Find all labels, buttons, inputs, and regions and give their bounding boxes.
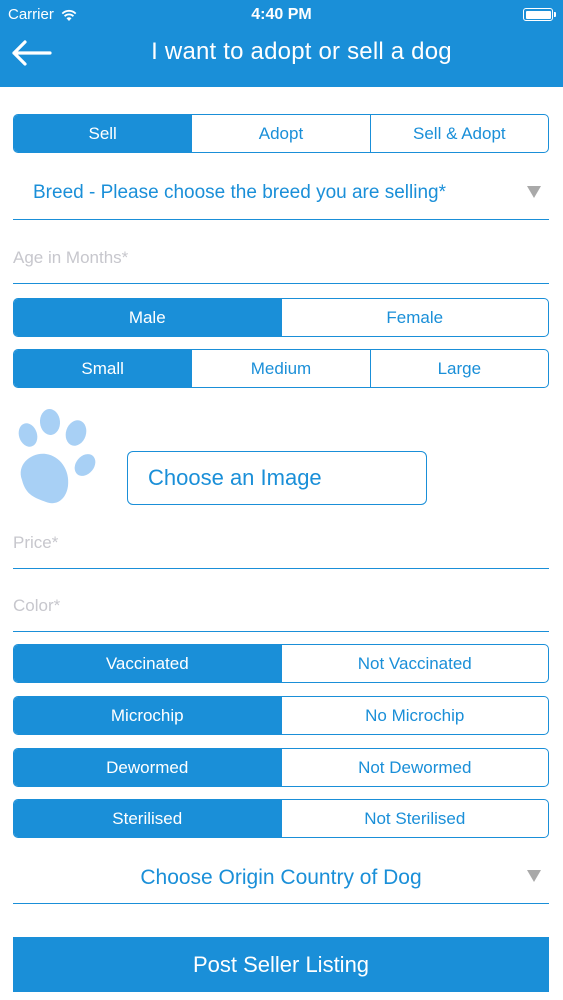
sterilisation-segmented-control[interactable]: Sterilised Not Sterilised [13,799,549,838]
choose-image-button[interactable]: Choose an Image [127,451,427,505]
segment-small[interactable]: Small [14,350,192,387]
microchip-segmented-control[interactable]: Microchip No Microchip [13,696,549,735]
segment-not-dewormed[interactable]: Not Dewormed [280,749,549,786]
segment-not-sterilised[interactable]: Not Sterilised [280,800,549,837]
size-segmented-control[interactable]: Small Medium Large [13,349,549,388]
segment-dewormed[interactable]: Dewormed [14,749,281,786]
segment-large[interactable]: Large [369,350,548,387]
segment-sell-and-adopt[interactable]: Sell & Adopt [369,115,548,152]
segment-vaccinated[interactable]: Vaccinated [14,645,281,682]
segment-male[interactable]: Male [14,299,281,336]
status-bar: Carrier 4:40 PM [0,0,563,30]
segment-female[interactable]: Female [280,299,549,336]
segment-adopt[interactable]: Adopt [191,115,369,152]
origin-country-dropdown-label: Choose Origin Country of Dog [140,866,422,889]
battery-icon [523,8,556,21]
segment-medium[interactable]: Medium [191,350,369,387]
status-time: 4:40 PM [251,6,312,23]
app-header: Carrier 4:40 PM I want to adopt or sell … [0,0,563,87]
post-seller-listing-button[interactable]: Post Seller Listing [13,937,549,992]
breed-dropdown[interactable]: Breed - Please choose the breed you are … [13,174,549,220]
segment-no-microchip[interactable]: No Microchip [280,697,549,734]
breed-dropdown-label: Breed - Please choose the breed you are … [33,182,446,203]
chevron-down-icon [527,186,541,198]
origin-country-dropdown[interactable]: Choose Origin Country of Dog [13,858,549,904]
back-arrow-icon [12,40,52,66]
vaccination-segmented-control[interactable]: Vaccinated Not Vaccinated [13,644,549,683]
chevron-down-icon [527,870,541,882]
segment-sell[interactable]: Sell [14,115,192,152]
segment-sterilised[interactable]: Sterilised [14,800,281,837]
color-input[interactable] [13,596,549,616]
age-input[interactable] [13,248,549,268]
segment-not-vaccinated[interactable]: Not Vaccinated [280,645,549,682]
deworming-segmented-control[interactable]: Dewormed Not Dewormed [13,748,549,787]
price-input[interactable] [13,533,549,553]
gender-segmented-control[interactable]: Male Female [13,298,549,337]
segment-microchip[interactable]: Microchip [14,697,281,734]
color-field-container [13,588,549,632]
back-button[interactable] [8,36,54,70]
price-field-container [13,525,549,569]
age-field-container [13,240,549,284]
listing-type-segmented-control[interactable]: Sell Adopt Sell & Adopt [13,114,549,153]
page-title: I want to adopt or sell a dog [151,38,452,65]
paw-icon [18,409,96,504]
